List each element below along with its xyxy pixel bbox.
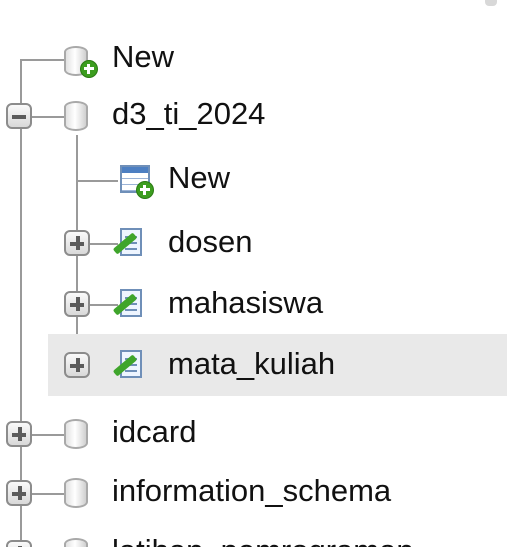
database-icon bbox=[64, 538, 88, 547]
expand-toggle-icon[interactable] bbox=[64, 352, 90, 378]
tree-item-new-table[interactable]: New bbox=[0, 149, 507, 211]
tree-item-label[interactable]: New bbox=[112, 40, 174, 74]
database-name[interactable]: information_schema bbox=[112, 474, 391, 508]
add-badge-icon bbox=[80, 60, 98, 78]
database-icon bbox=[64, 419, 88, 449]
expand-toggle-icon[interactable] bbox=[6, 480, 32, 506]
expand-toggle-icon[interactable] bbox=[6, 421, 32, 447]
tree-item-table[interactable]: dosen bbox=[0, 212, 507, 274]
expand-toggle-icon[interactable] bbox=[64, 291, 90, 317]
database-name[interactable]: latihan_pemrograman bbox=[112, 534, 414, 547]
table-name[interactable]: dosen bbox=[168, 225, 252, 259]
database-icon bbox=[64, 101, 88, 131]
add-badge-icon bbox=[136, 181, 154, 199]
collapse-toggle-icon[interactable] bbox=[6, 103, 32, 129]
tree-item-new-database[interactable]: New bbox=[0, 28, 507, 90]
tree-item-table[interactable]: mata_kuliah bbox=[0, 334, 507, 396]
database-name[interactable]: idcard bbox=[112, 415, 196, 449]
tree-item-database[interactable]: latihan_pemrograman bbox=[0, 522, 507, 547]
table-structure-icon bbox=[110, 350, 144, 380]
table-name[interactable]: mahasiswa bbox=[168, 286, 323, 320]
expand-toggle-icon[interactable] bbox=[6, 540, 32, 547]
database-icon bbox=[64, 478, 88, 508]
table-name[interactable]: mata_kuliah bbox=[168, 347, 335, 381]
table-structure-icon bbox=[110, 228, 144, 258]
tree-item-table[interactable]: mahasiswa bbox=[0, 273, 507, 335]
tree-item-database[interactable]: d3_ti_2024 bbox=[0, 85, 507, 147]
database-name[interactable]: d3_ti_2024 bbox=[112, 97, 265, 131]
table-structure-icon bbox=[110, 289, 144, 319]
tree-item-database[interactable]: information_schema bbox=[0, 462, 507, 524]
tree-item-label[interactable]: New bbox=[168, 161, 230, 195]
scrollbar-stub[interactable] bbox=[485, 0, 497, 6]
expand-toggle-icon[interactable] bbox=[64, 230, 90, 256]
tree-item-database[interactable]: idcard bbox=[0, 403, 507, 465]
